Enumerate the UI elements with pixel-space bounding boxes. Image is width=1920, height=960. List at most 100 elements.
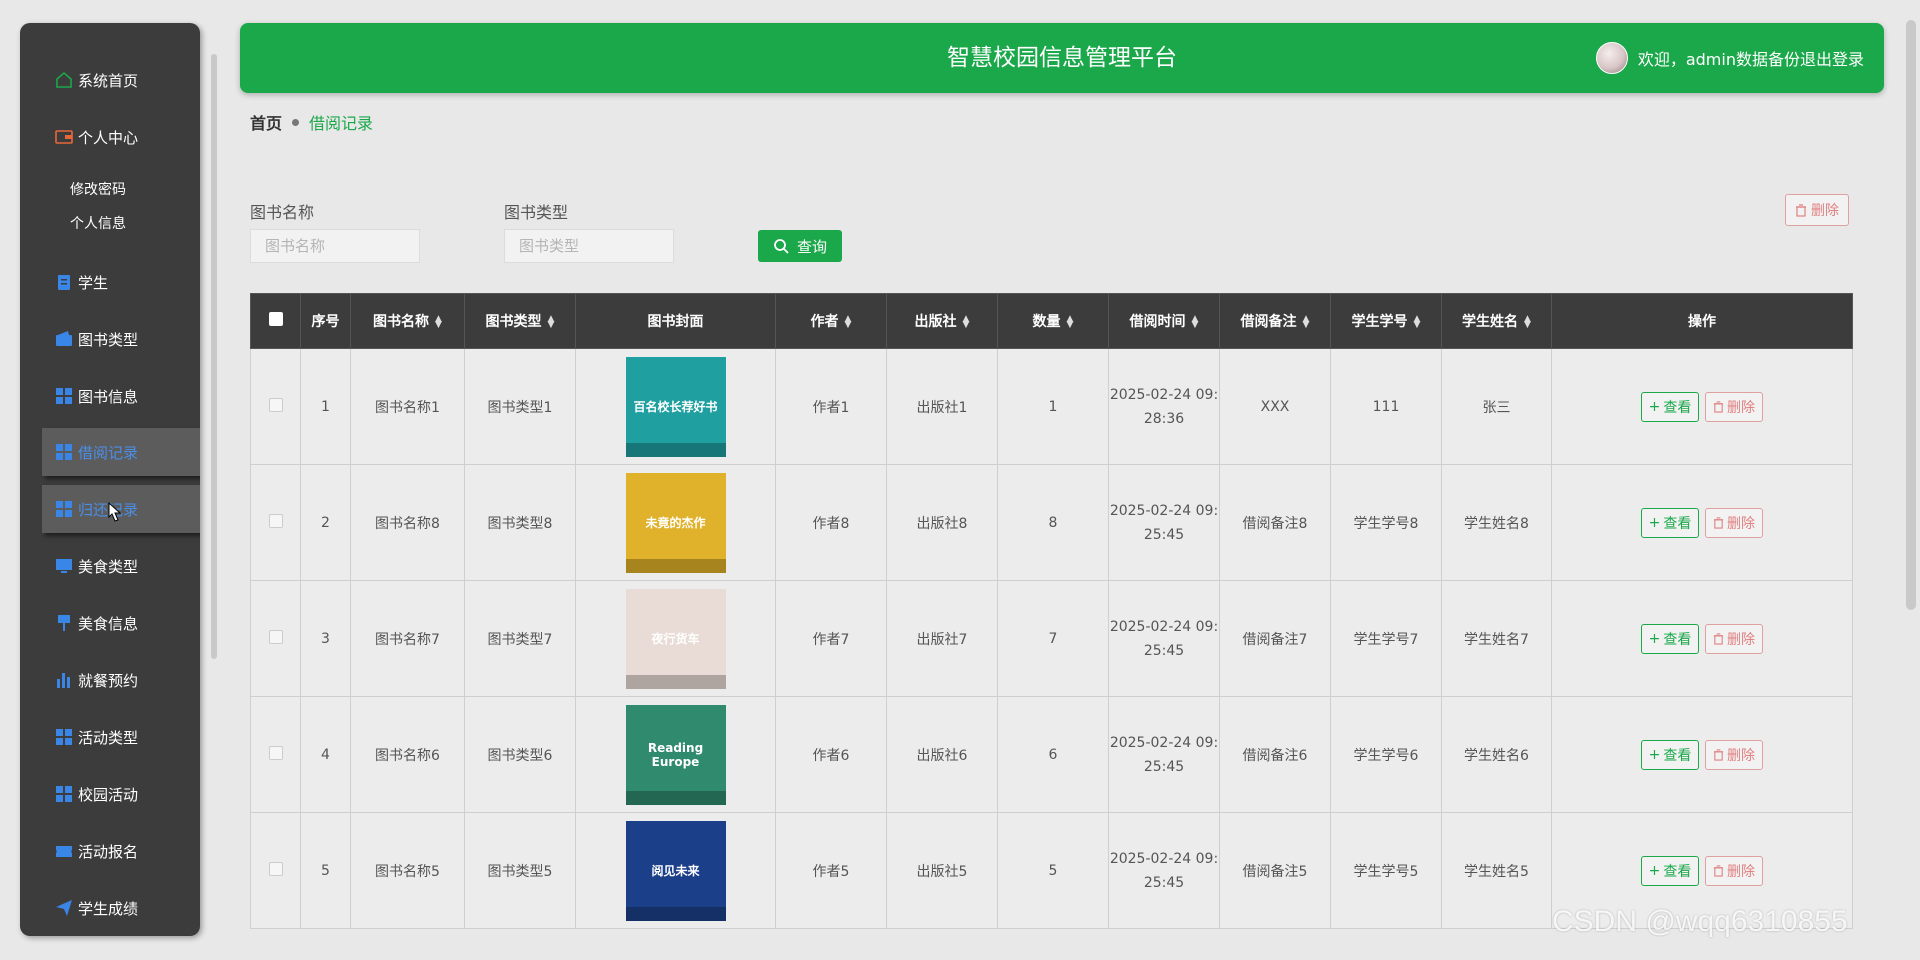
cell-quantity: 1 bbox=[997, 348, 1109, 465]
sidebar-item-borrow-records[interactable]: 借阅记录 bbox=[42, 428, 200, 476]
sidebar-item-student[interactable]: 学生 bbox=[20, 258, 200, 306]
cell-author: 作者8 bbox=[775, 464, 887, 581]
cell-borrow-time: 2025-02-24 09: 25:45 bbox=[1108, 464, 1220, 581]
view-button[interactable]: + 查看 bbox=[1641, 391, 1699, 422]
monitor-icon bbox=[54, 556, 74, 576]
sidebar-item-food-info[interactable]: 美食信息 bbox=[20, 599, 200, 647]
cell-actions: + 查看 删除 bbox=[1551, 348, 1853, 465]
sidebar-item-activity-signup[interactable]: 活动报名 bbox=[20, 827, 200, 875]
delete-button[interactable]: 删除 bbox=[1705, 623, 1763, 654]
view-button[interactable]: + 查看 bbox=[1641, 855, 1699, 886]
cell-cover: 阅见未来 bbox=[575, 812, 776, 929]
table-row: 2 图书名称8 图书类型8 未竟的杰作 作者8 出版社8 8 2025-02-24 09: 25… bbox=[250, 464, 1853, 581]
row-checkbox-cell bbox=[250, 812, 301, 929]
sidebar-item-student-scores[interactable]: 学生成绩 bbox=[20, 884, 200, 932]
view-button[interactable]: + 查看 bbox=[1641, 739, 1699, 770]
book-name-input[interactable] bbox=[250, 229, 420, 263]
row-checkbox-cell bbox=[250, 580, 301, 697]
sidebar-item-dining-reservation[interactable]: 就餐预约 bbox=[20, 656, 200, 704]
grid-icon bbox=[54, 727, 74, 747]
borrow-time-line2: 28:36 bbox=[1143, 410, 1185, 427]
sidebar-scrollbar[interactable] bbox=[211, 54, 217, 659]
trash-icon bbox=[1713, 400, 1724, 413]
column-header-author[interactable]: 作者 ▲ ▼ bbox=[775, 293, 887, 349]
column-header-student-name[interactable]: 学生姓名 ▲ ▼ bbox=[1441, 293, 1552, 349]
view-button[interactable]: + 查看 bbox=[1641, 507, 1699, 538]
sidebar: 系统首页 个人中心 修改密码 个人信息 学生 图书类型 图书信息 借阅记录 归还… bbox=[20, 23, 200, 936]
row-checkbox[interactable] bbox=[268, 513, 283, 528]
sidebar-item-campus-activity[interactable]: 校园活动 bbox=[20, 770, 200, 818]
table-header-row: 序号 图书名称 ▲ ▼ 图书类型 ▲ ▼ 图书封面 作者 ▲ ▼ 出版社 ▲ ▼ 数量 ▲ ▼ 借阅… bbox=[250, 293, 1853, 349]
cell-borrow-time: 2025-02-24 09: 25:45 bbox=[1108, 696, 1220, 813]
column-header-student-id[interactable]: 学生学号 ▲ ▼ bbox=[1330, 293, 1442, 349]
column-header-borrow-time[interactable]: 借阅时间 ▲ ▼ bbox=[1108, 293, 1220, 349]
sort-icon[interactable]: ▲ ▼ bbox=[1192, 315, 1199, 330]
sidebar-subitem-change-password[interactable]: 修改密码 bbox=[70, 179, 126, 199]
delete-button[interactable]: 删除 bbox=[1705, 739, 1763, 770]
column-header-quantity[interactable]: 数量 ▲ ▼ bbox=[997, 293, 1109, 349]
column-header-publisher[interactable]: 出版社 ▲ ▼ bbox=[886, 293, 998, 349]
view-button-label: 查看 bbox=[1663, 631, 1692, 648]
column-header-book-type[interactable]: 图书类型 ▲ ▼ bbox=[464, 293, 576, 349]
view-button-label: 查看 bbox=[1663, 863, 1692, 880]
borrow-time-line1: 2025-02-24 09: bbox=[1109, 502, 1219, 519]
sort-icon[interactable]: ▲ ▼ bbox=[1067, 315, 1074, 330]
delete-button[interactable]: 删除 bbox=[1705, 855, 1763, 886]
batch-delete-label: 删除 bbox=[1811, 203, 1839, 219]
search-icon bbox=[774, 239, 789, 254]
sort-icon[interactable]: ▲ ▼ bbox=[845, 315, 852, 330]
batch-delete-button[interactable]: 删除 bbox=[1785, 194, 1849, 226]
watermark: CSDN @wqq6310855 bbox=[1552, 905, 1848, 938]
sidebar-item-personal-center[interactable]: 个人中心 bbox=[20, 113, 200, 161]
column-header-borrow-note[interactable]: 借阅备注 ▲ ▼ bbox=[1219, 293, 1331, 349]
sort-icon[interactable]: ▲ ▼ bbox=[1303, 315, 1310, 330]
sidebar-item-label: 个人中心 bbox=[78, 128, 139, 147]
book-type-input[interactable] bbox=[504, 229, 674, 263]
sort-icon[interactable]: ▲ ▼ bbox=[435, 315, 442, 330]
row-checkbox[interactable] bbox=[268, 629, 283, 644]
borrow-time-line2: 25:45 bbox=[1143, 758, 1185, 775]
column-header-book-name[interactable]: 图书名称 ▲ ▼ bbox=[350, 293, 465, 349]
cell-actions: + 查看 删除 bbox=[1551, 696, 1853, 813]
cell-author: 作者5 bbox=[775, 812, 887, 929]
delete-button-label: 删除 bbox=[1727, 863, 1755, 880]
sidebar-item-home[interactable]: 系统首页 bbox=[20, 56, 200, 104]
row-checkbox[interactable] bbox=[268, 745, 283, 760]
sidebar-item-activity-type[interactable]: 活动类型 bbox=[20, 713, 200, 761]
breadcrumb-current: 借阅记录 bbox=[309, 114, 374, 133]
query-button[interactable]: 查询 bbox=[758, 230, 842, 262]
book-cover-image: 阅见未来 bbox=[625, 820, 726, 921]
book-cover-title: Reading Europe bbox=[647, 740, 704, 769]
row-checkbox[interactable] bbox=[268, 861, 283, 876]
cell-student-name: 学生姓名8 bbox=[1441, 464, 1552, 581]
breadcrumb-home[interactable]: 首页 bbox=[250, 110, 282, 134]
view-button-label: 查看 bbox=[1663, 399, 1692, 416]
cell-student-name: 学生姓名5 bbox=[1441, 812, 1552, 929]
sort-icon[interactable]: ▲ ▼ bbox=[1524, 315, 1531, 330]
table-row: 3 图书名称7 图书类型7 夜行货车 作者7 出版社7 7 2025-02-24 09: 25:… bbox=[250, 580, 1853, 697]
sort-icon[interactable]: ▲ ▼ bbox=[548, 315, 555, 330]
sidebar-item-book-type[interactable]: 图书类型 bbox=[20, 315, 200, 363]
sidebar-item-food-type[interactable]: 美食类型 bbox=[20, 542, 200, 590]
sort-icon[interactable]: ▲ ▼ bbox=[1414, 315, 1421, 330]
delete-button-label: 删除 bbox=[1727, 399, 1755, 416]
avatar[interactable] bbox=[1595, 42, 1628, 74]
trash-icon bbox=[1713, 632, 1724, 645]
sidebar-subitem-personal-info[interactable]: 个人信息 bbox=[70, 213, 126, 233]
query-button-label: 查询 bbox=[796, 238, 827, 256]
home-icon bbox=[54, 70, 74, 90]
page-scrollbar[interactable] bbox=[1906, 20, 1916, 610]
cell-no: 3 bbox=[300, 580, 351, 697]
delete-button[interactable]: 删除 bbox=[1705, 507, 1763, 538]
sort-icon[interactable]: ▲ ▼ bbox=[963, 315, 970, 330]
select-all-checkbox[interactable] bbox=[268, 312, 283, 326]
cell-actions: + 查看 删除 bbox=[1551, 580, 1853, 697]
logout-link[interactable]: 退出登录 bbox=[1800, 46, 1864, 70]
view-button[interactable]: + 查看 bbox=[1641, 623, 1699, 654]
delete-button[interactable]: 删除 bbox=[1705, 391, 1763, 422]
book-name-label: 图书名称 bbox=[250, 203, 315, 222]
data-backup-link[interactable]: 数据备份 bbox=[1736, 46, 1800, 70]
sidebar-item-book-info[interactable]: 图书信息 bbox=[20, 372, 200, 420]
cell-book-type: 图书类型6 bbox=[464, 696, 576, 813]
row-checkbox[interactable] bbox=[268, 397, 283, 412]
